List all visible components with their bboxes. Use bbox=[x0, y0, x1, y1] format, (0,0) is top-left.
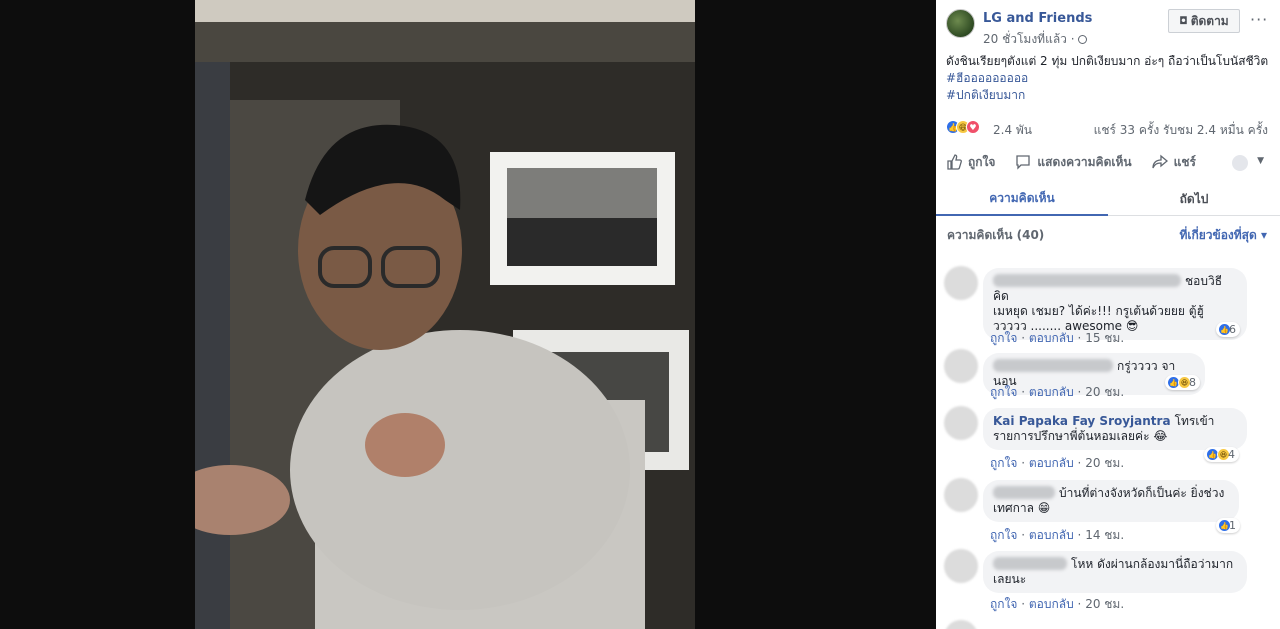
action-bar: ถูกใจ แสดงความคิดเห็น แชร์ ▼ bbox=[946, 145, 1270, 179]
sort-label: ที่เกี่ยวข้องที่สุด bbox=[1179, 228, 1257, 242]
commenter-name[interactable] bbox=[993, 486, 1055, 499]
comments-header: ความคิดเห็น (40) ที่เกี่ยวข้องที่สุด ▾ bbox=[936, 220, 1280, 248]
like-button[interactable]: ถูกใจ bbox=[946, 153, 995, 172]
page-avatar[interactable] bbox=[946, 9, 975, 38]
comment-button[interactable]: แสดงความคิดเห็น bbox=[1015, 153, 1132, 172]
panel-tabs: ความคิดเห็น ถัดไป bbox=[936, 183, 1280, 216]
love-reaction-icon: ♥ bbox=[966, 120, 980, 134]
comment-reactions[interactable]: 👍 6 bbox=[1216, 322, 1240, 337]
comment-reply-link[interactable]: ตอบกลับ bbox=[1029, 456, 1074, 470]
comment-time[interactable]: 15 ชม. bbox=[1085, 331, 1124, 345]
comment-like-link[interactable]: ถูกใจ bbox=[990, 528, 1017, 542]
comment-meta: ถูกใจ · ตอบกลับ · 15 ชม. bbox=[990, 331, 1125, 345]
comment-meta: ถูกใจ · ตอบกลับ · 20 ชม. bbox=[990, 597, 1125, 611]
commenter-avatar[interactable] bbox=[944, 549, 978, 583]
comment-time[interactable]: 14 ชม. bbox=[1085, 528, 1124, 542]
comment-like-link[interactable]: ถูกใจ bbox=[990, 385, 1017, 399]
comment-like-link[interactable]: ถูกใจ bbox=[990, 456, 1017, 470]
comment-reaction-count: 8 bbox=[1189, 376, 1196, 389]
hashtag-link[interactable]: #ฮีอออออออออ bbox=[946, 70, 1270, 87]
reaction-icons[interactable]: 👍 😆 ♥ bbox=[946, 120, 980, 134]
share-icon bbox=[1151, 154, 1168, 169]
chevron-down-icon[interactable]: ▼ bbox=[1257, 156, 1264, 166]
video-player[interactable] bbox=[195, 0, 695, 629]
comments-sort-dropdown[interactable]: ที่เกี่ยวข้องที่สุด ▾ bbox=[1179, 226, 1267, 245]
video-stage bbox=[0, 0, 936, 629]
commenter-avatar[interactable] bbox=[944, 478, 978, 512]
like-label: ถูกใจ bbox=[968, 154, 996, 169]
comment-reactions[interactable]: 👍 1 bbox=[1216, 518, 1240, 533]
comment-bubble: บ้านที่ต่างจังหวัดก็เป็นค่ะ ยิ่งช่วง เทศ… bbox=[983, 480, 1239, 522]
thumbs-up-icon bbox=[947, 154, 962, 170]
comment-reaction-count: 6 bbox=[1229, 323, 1236, 336]
comment-reply-link[interactable]: ตอบกลับ bbox=[1029, 331, 1074, 345]
reaction-count[interactable]: 2.4 พัน bbox=[993, 121, 1032, 140]
follow-icon: ◘ bbox=[1179, 15, 1188, 27]
comment-text: โหห ดังผ่านกล้องมานี่ถือว่ามาก bbox=[1071, 557, 1234, 571]
globe-icon bbox=[1077, 35, 1087, 44]
tab-next[interactable]: ถัดไป bbox=[1108, 183, 1280, 216]
commenter-avatar[interactable] bbox=[944, 349, 978, 383]
comment-label: แสดงความคิดเห็น bbox=[1037, 154, 1132, 169]
commenter-avatar[interactable] bbox=[944, 620, 978, 629]
comment-text: รายการปรึกษาพี่ต้นหอมเลยค่ะ 😂 bbox=[993, 429, 1168, 443]
comment-bubble: โหห ดังผ่านกล้องมานี่ถือว่ามาก เลยนะ bbox=[983, 551, 1247, 593]
comment-time[interactable]: 20 ชม. bbox=[1085, 597, 1124, 611]
commenter-avatar[interactable] bbox=[944, 266, 978, 300]
comment-text: บ้านที่ต่างจังหวัดก็เป็นค่ะ ยิ่งช่วง bbox=[1059, 486, 1225, 500]
comment-time[interactable]: 20 ชม. bbox=[1085, 385, 1124, 399]
page-name-link[interactable]: LG and Friends bbox=[983, 11, 1092, 26]
commenter-name[interactable] bbox=[993, 557, 1067, 570]
comment-reply-link[interactable]: ตอบกลับ bbox=[1029, 385, 1074, 399]
share-view-stats[interactable]: แชร์ 33 ครั้ง รับชม 2.4 หมื่น ครั้ง bbox=[1094, 121, 1268, 140]
reactions-summary: 👍 😆 ♥ 2.4 พัน แชร์ 33 ครั้ง รับชม 2.4 หม… bbox=[936, 118, 1280, 138]
post-caption: ดังชินเรียยๆตังแต่ 2 ทุ่ม ปกติเงียบมาก อ… bbox=[936, 50, 1280, 104]
comment-reply-link[interactable]: ตอบกลับ bbox=[1029, 597, 1074, 611]
post-timestamp[interactable]: 20 ชั่วโมงที่แล้ว · bbox=[983, 30, 1087, 49]
follow-label: ติดตาม bbox=[1190, 13, 1229, 28]
video-frame bbox=[195, 0, 695, 629]
commenter-avatar[interactable] bbox=[944, 406, 978, 440]
commenter-name-link[interactable]: Kai Papaka Fay Sroyjantra bbox=[993, 414, 1171, 428]
comment-reaction-count: 1 bbox=[1229, 519, 1236, 532]
caption-text: ดังชินเรียยๆตังแต่ 2 ทุ่ม ปกติเงียบมาก อ… bbox=[946, 54, 1269, 68]
comment-meta: ถูกใจ · ตอบกลับ · 14 ชม. bbox=[990, 528, 1125, 542]
comment-meta: ถูกใจ · ตอบกลับ · 20 ชม. bbox=[990, 385, 1125, 399]
comment-text: เลยนะ bbox=[993, 572, 1027, 586]
tab-comments[interactable]: ความคิดเห็น bbox=[936, 183, 1108, 216]
comment-like-link[interactable]: ถูกใจ bbox=[990, 597, 1017, 611]
comment-time[interactable]: 20 ชม. bbox=[1085, 456, 1124, 470]
commenter-name[interactable] bbox=[993, 359, 1113, 372]
follow-button[interactable]: ◘ ติดตาม bbox=[1168, 9, 1240, 33]
comment-reactions[interactable]: 👍 😆 8 bbox=[1165, 375, 1200, 390]
comment-bubble: Kai Papaka Fay Sroyjantra โทรเข้า รายการป… bbox=[983, 408, 1247, 450]
commenter-name[interactable] bbox=[993, 274, 1181, 287]
post-time[interactable]: 20 ชั่วโมงที่แล้ว · bbox=[983, 32, 1075, 46]
more-options-button[interactable]: ··· bbox=[1250, 10, 1268, 29]
share-button[interactable]: แชร์ bbox=[1151, 153, 1196, 172]
post-header: LG and Friends 20 ชั่วโมงที่แล้ว · ◘ ติดต… bbox=[936, 0, 1280, 50]
comment-meta: ถูกใจ · ตอบกลับ · 20 ชม. bbox=[990, 456, 1125, 470]
post-panel: LG and Friends 20 ชั่วโมงที่แล้ว · ◘ ติดต… bbox=[936, 0, 1280, 629]
comment-reactions[interactable]: 👍 😆 4 bbox=[1204, 447, 1239, 462]
comment-reply-link[interactable]: ตอบกลับ bbox=[1029, 528, 1074, 542]
share-label: แชร์ bbox=[1173, 154, 1196, 169]
comment-text: เทศกาล 😁 bbox=[993, 501, 1051, 515]
hashtag-link[interactable]: #ปกติเงียบมาก bbox=[946, 87, 1270, 104]
comments-count: ความคิดเห็น (40) bbox=[947, 228, 1045, 242]
comment-reaction-count: 4 bbox=[1228, 448, 1235, 461]
audience-avatar[interactable] bbox=[1232, 155, 1248, 171]
comment-like-link[interactable]: ถูกใจ bbox=[990, 331, 1017, 345]
comment-text: โทรเข้า bbox=[1174, 414, 1215, 428]
comment-icon bbox=[1016, 155, 1031, 170]
